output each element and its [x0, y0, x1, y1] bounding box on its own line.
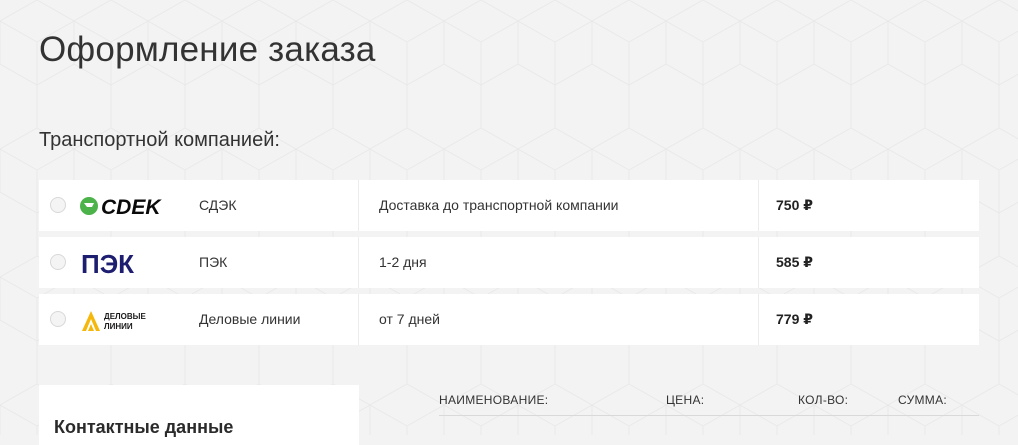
- carrier-row-pek[interactable]: ПЭК ПЭК 1-2 дня 585 ₽: [39, 237, 979, 288]
- cdek-logo: CDEK: [80, 196, 162, 219]
- carrier-row-dellin[interactable]: ДЕЛОВЫЕ ЛИНИИ Деловые линии от 7 дней 77…: [39, 294, 979, 345]
- carrier-name: СДЭК: [199, 197, 237, 213]
- carrier-term: от 7 дней: [379, 311, 440, 327]
- carrier-name: ПЭК: [199, 254, 228, 270]
- column-header-qty: КОЛ-ВО:: [798, 393, 849, 407]
- svg-text:ЛИНИИ: ЛИНИИ: [104, 322, 133, 331]
- svg-text:ДЕЛОВЫЕ: ДЕЛОВЫЕ: [104, 312, 146, 321]
- carrier-radio-pek[interactable]: [50, 254, 66, 270]
- carrier-row-cdek[interactable]: CDEK СДЭК Доставка до транспортной компа…: [39, 180, 979, 231]
- carrier-term: 1-2 дня: [379, 254, 427, 270]
- carrier-term: Доставка до транспортной компании: [379, 197, 619, 213]
- dellin-logo: ДЕЛОВЫЕ ЛИНИИ: [82, 311, 146, 331]
- column-divider: [358, 294, 359, 345]
- column-divider: [358, 180, 359, 231]
- column-divider: [758, 180, 759, 231]
- page-title: Оформление заказа: [39, 30, 376, 69]
- column-divider: [758, 294, 759, 345]
- column-divider: [758, 237, 759, 288]
- delivery-section-title: Транспортной компанией:: [39, 129, 280, 151]
- carrier-radio-dellin[interactable]: [50, 311, 66, 327]
- carrier-price: 585 ₽: [776, 254, 813, 270]
- carrier-price: 779 ₽: [776, 311, 813, 327]
- carrier-price: 750 ₽: [776, 197, 813, 213]
- carrier-name: Деловые линии: [199, 311, 301, 327]
- column-header-sum: СУММА:: [898, 393, 948, 407]
- carrier-list: CDEK СДЭК Доставка до транспортной компа…: [39, 180, 979, 351]
- order-table-header: НАИМЕНОВАНИЕ: ЦЕНА: КОЛ-ВО: СУММА:: [439, 385, 979, 416]
- svg-text:ПЭК: ПЭК: [81, 249, 134, 278]
- column-divider: [358, 237, 359, 288]
- carrier-radio-cdek[interactable]: [50, 197, 66, 213]
- svg-text:CDEK: CDEK: [101, 196, 162, 219]
- pek-logo: ПЭК: [81, 249, 134, 278]
- column-header-name: НАИМЕНОВАНИЕ:: [439, 393, 549, 407]
- contact-panel: Контактные данные: [39, 385, 359, 445]
- column-header-price: ЦЕНА:: [666, 393, 705, 407]
